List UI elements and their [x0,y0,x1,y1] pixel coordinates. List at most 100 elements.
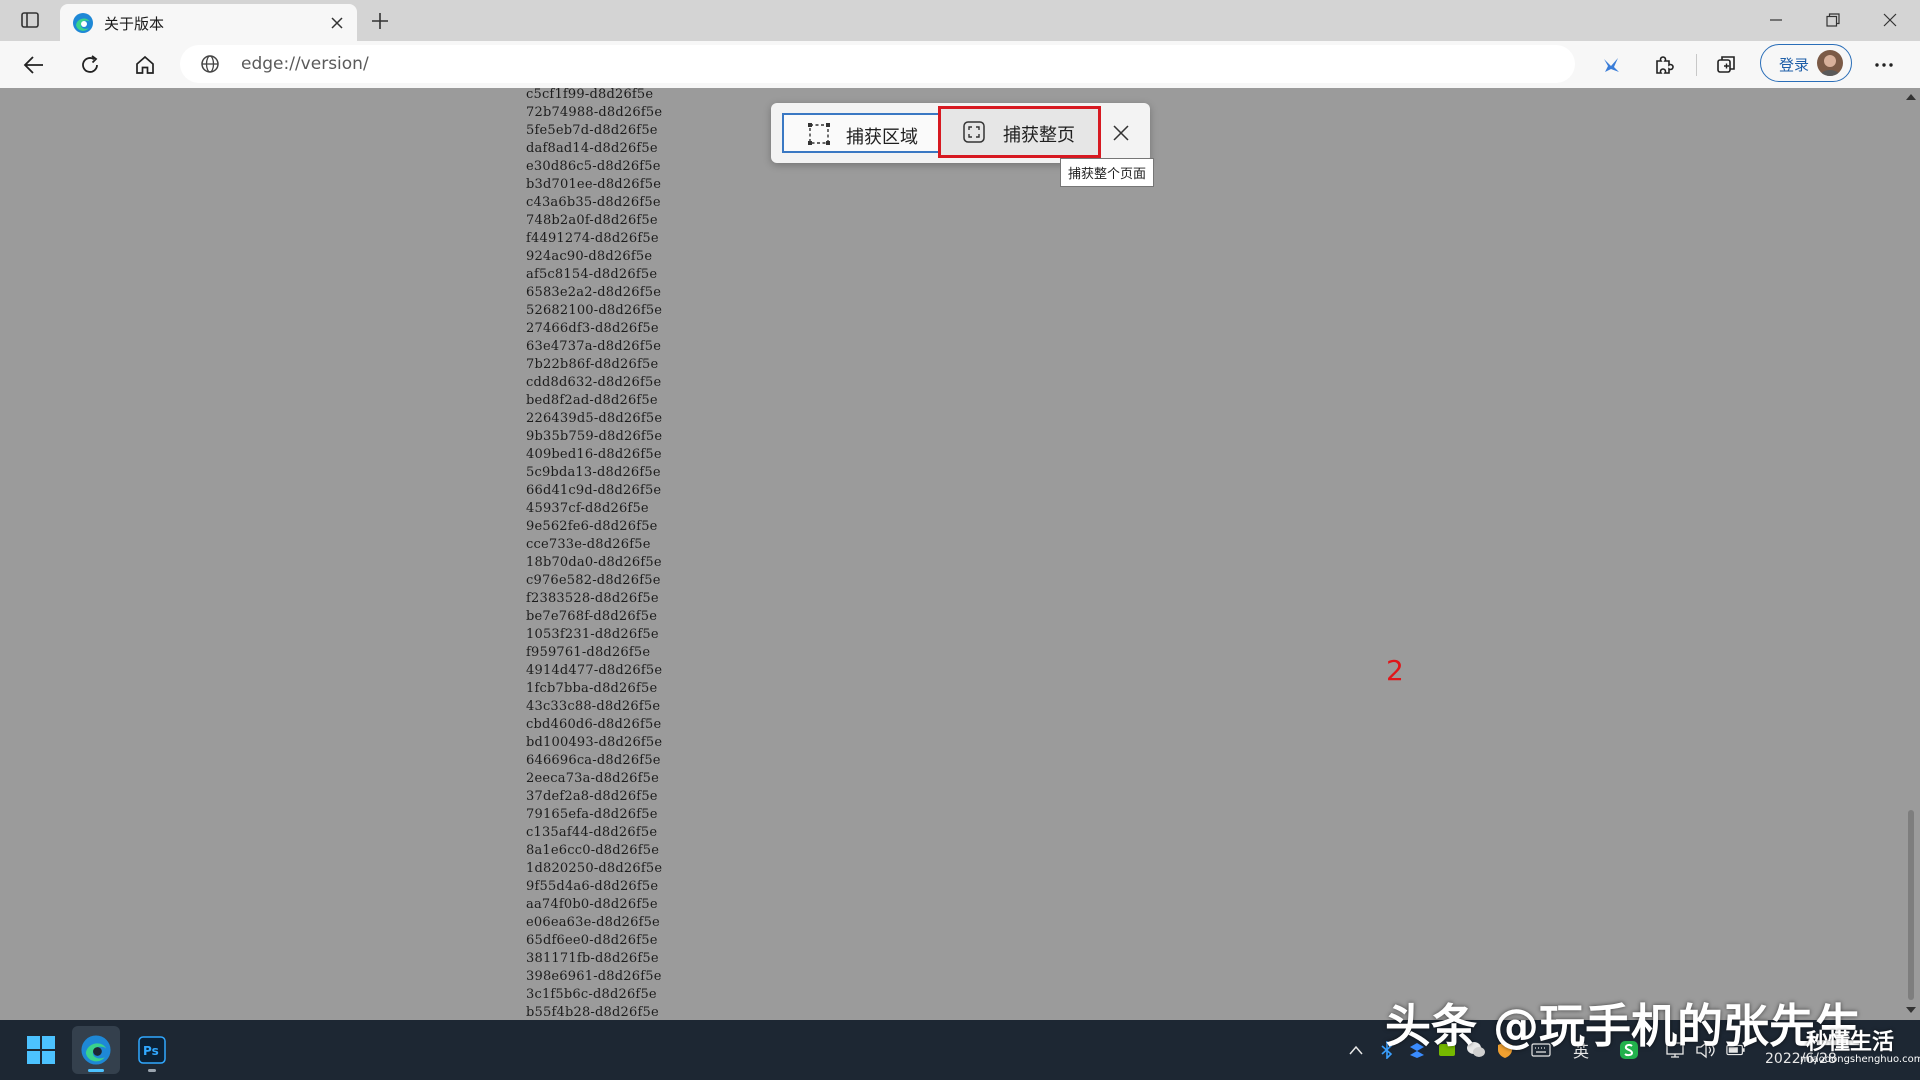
variation-hash-line: 381171fb-d8d26f5e [526,951,659,966]
scrollbar-thumb[interactable] [1908,810,1914,1000]
variation-hash-line: b55f4b28-d8d26f5e [526,1005,659,1020]
variation-hash-line: 2eeca73a-d8d26f5e [526,771,660,786]
variation-hash-line: f959761-d8d26f5e [526,645,651,660]
window-close-button[interactable] [1862,0,1918,40]
restore-button[interactable] [1805,0,1861,40]
variation-hash-line: 18b70da0-d8d26f5e [526,555,662,570]
back-arrow-icon [23,56,43,74]
tab-title: 关于版本 [104,15,165,33]
show-hidden-icons-button[interactable] [1346,1040,1366,1060]
variation-hash-line: 646696ca-d8d26f5e [526,753,661,768]
watermark-brand: 秒懂生活 [1806,1030,1895,1055]
more-icon [1875,63,1893,67]
tab-actions-icon [21,12,39,28]
variation-hash-line: e06ea63e-d8d26f5e [526,915,660,930]
scroll-down-icon[interactable] [1905,1005,1917,1015]
variation-hash-line: 45937cf-d8d26f5e [526,501,649,516]
capture-close-button[interactable] [1107,119,1135,147]
variation-hash-line: c976e582-d8d26f5e [526,573,661,588]
puzzle-icon [1656,56,1674,74]
star-pin-icon [1604,58,1619,72]
variation-hash-line: 5c9bda13-d8d26f5e [526,465,661,480]
variation-hash-line: cce733e-d8d26f5e [526,537,651,552]
variation-hash-line: 8a1e6cc0-d8d26f5e [526,843,660,858]
windows-logo-icon [27,1036,55,1064]
minimize-icon [1770,19,1782,21]
variation-hash-line: 72b74988-d8d26f5e [526,105,663,120]
variation-hash-line: c5cf1f99-d8d26f5e [526,88,654,102]
variation-hash-line: be7e768f-d8d26f5e [526,609,658,624]
variation-hash-line: bd100493-d8d26f5e [526,735,663,750]
tab-about-version[interactable]: 关于版本 [60,4,357,41]
variation-hash-line: 4914d477-d8d26f5e [526,663,663,678]
variation-hash-line: 748b2a0f-d8d26f5e [526,213,658,228]
variation-hash-line: 63e4737a-d8d26f5e [526,339,662,354]
variation-hash-line: af5c8154-d8d26f5e [526,267,658,282]
taskbar-photoshop[interactable]: Ps [128,1026,176,1074]
variation-hash-line: 226439d5-d8d26f5e [526,411,663,426]
profile-label: 登录 [1779,56,1810,74]
web-capture-toolbar: 捕获区域 捕获整页 [771,103,1150,163]
variation-hash-line: 1fcb7bba-d8d26f5e [526,681,658,696]
close-icon [1113,125,1129,141]
running-indicator [148,1069,156,1072]
toolbar-divider [1696,54,1697,76]
capture-area-button[interactable]: 捕获区域 [782,113,944,153]
tab-actions-button[interactable] [14,7,46,33]
tab-close-button[interactable] [325,11,349,35]
variation-hash-line: e30d86c5-d8d26f5e [526,159,661,174]
scroll-up-icon[interactable] [1905,92,1917,102]
start-button[interactable] [17,1026,65,1074]
profile-signin-button[interactable]: 登录 [1760,44,1852,82]
collections-icon [1717,56,1735,73]
svg-text:Ps: Ps [143,1044,159,1058]
variation-hash-line: 43c33c88-d8d26f5e [526,699,661,714]
favorites-pin-button[interactable] [1593,47,1629,83]
variation-hash-line: 52682100-d8d26f5e [526,303,663,318]
step-marker: 2 [1386,654,1404,687]
globe-icon[interactable] [200,54,220,74]
home-button[interactable] [127,47,163,83]
variation-hash-line: 6583e2a2-d8d26f5e [526,285,662,300]
avatar [1817,50,1843,76]
variation-hash-line: 3c1f5b6c-d8d26f5e [526,987,657,1002]
address-bar[interactable]: edge://version/ [180,45,1575,83]
capture-full-page-label: 捕获整页 [1003,125,1075,146]
taskbar-edge[interactable] [72,1026,120,1074]
chevron-up-icon [1349,1045,1363,1055]
variation-hash-line: bed8f2ad-d8d26f5e [526,393,658,408]
capture-area-label: 捕获区域 [846,127,918,148]
variation-hash-line: c43a6b35-d8d26f5e [526,195,661,210]
new-tab-button[interactable] [365,6,395,36]
tab-strip: 关于版本 [0,0,1920,41]
variation-hash-line: 9b35b759-d8d26f5e [526,429,663,444]
version-variations-list: c5cf1f99-d8d26f5e 72b74988-d8d26f5e 5fe5eb… [526,88,662,1020]
variation-hash-line: 7b22b86f-d8d26f5e [526,357,659,372]
variation-hash-line: f2383528-d8d26f5e [526,591,659,606]
url-text[interactable]: edge://version/ [241,54,369,74]
extensions-button[interactable] [1646,47,1682,83]
active-indicator [88,1069,104,1072]
variation-hash-line: 924ac90-d8d26f5e [526,249,653,264]
variation-hash-line: 65df6ee0-d8d26f5e [526,933,658,948]
variation-hash-line: 66d41c9d-d8d26f5e [526,483,662,498]
variation-hash-line: aa74f0b0-d8d26f5e [526,897,658,912]
capture-full-page-button[interactable]: 捕获整页 [938,106,1101,158]
collections-button[interactable] [1708,47,1744,83]
restore-icon [1826,13,1840,27]
vertical-scrollbar[interactable] [1902,88,1920,1020]
variation-hash-line: c135af44-d8d26f5e [526,825,658,840]
plus-icon [372,13,388,29]
variation-hash-line: 1d820250-d8d26f5e [526,861,663,876]
page-content: c5cf1f99-d8d26f5e 72b74988-d8d26f5e 5fe5eb… [0,88,1902,1020]
back-button[interactable] [16,47,52,83]
select-area-icon [808,123,830,145]
watermark-url: miaodongshenghuo.com [1800,1054,1920,1065]
minimize-button[interactable] [1748,0,1804,40]
watermark-text: 头条 @玩手机的张先生 [1385,999,1862,1053]
refresh-button[interactable] [72,47,108,83]
variation-hash-line: 9e562fe6-d8d26f5e [526,519,658,534]
more-menu-button[interactable] [1866,47,1902,83]
full-page-icon [963,121,985,143]
variation-hash-line: 1053f231-d8d26f5e [526,627,659,642]
